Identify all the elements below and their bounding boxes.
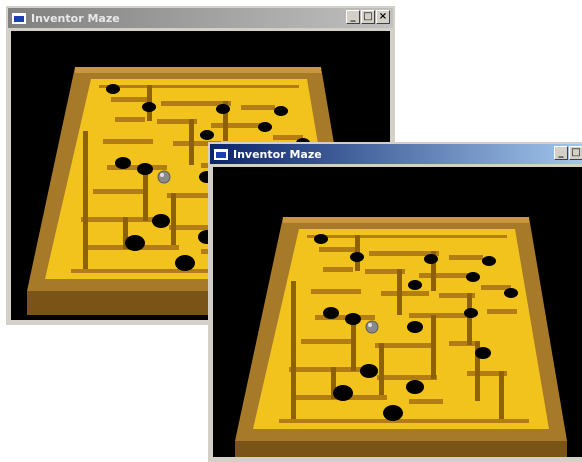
app-window-icon: [214, 148, 228, 160]
maximize-button[interactable]: □: [569, 146, 582, 160]
maze-viewport[interactable]: [213, 167, 582, 457]
title-bar[interactable]: Inventor Maze _ □ ×: [8, 8, 393, 28]
close-button[interactable]: ×: [376, 10, 390, 24]
maximize-button[interactable]: □: [361, 10, 375, 24]
window-controls: _ □ ×: [345, 10, 390, 24]
minimize-button[interactable]: _: [554, 146, 568, 160]
title-bar[interactable]: Inventor Maze _ □ ×: [210, 144, 582, 164]
window-title: Inventor Maze: [233, 147, 322, 161]
window-title: Inventor Maze: [31, 11, 120, 25]
maze-3d-view[interactable]: [213, 167, 582, 457]
window-controls: _ □ ×: [553, 146, 582, 160]
minimize-button[interactable]: _: [346, 10, 360, 24]
maze-window-front[interactable]: Inventor Maze _ □ ×: [208, 142, 582, 462]
app-window-icon: [12, 12, 26, 24]
